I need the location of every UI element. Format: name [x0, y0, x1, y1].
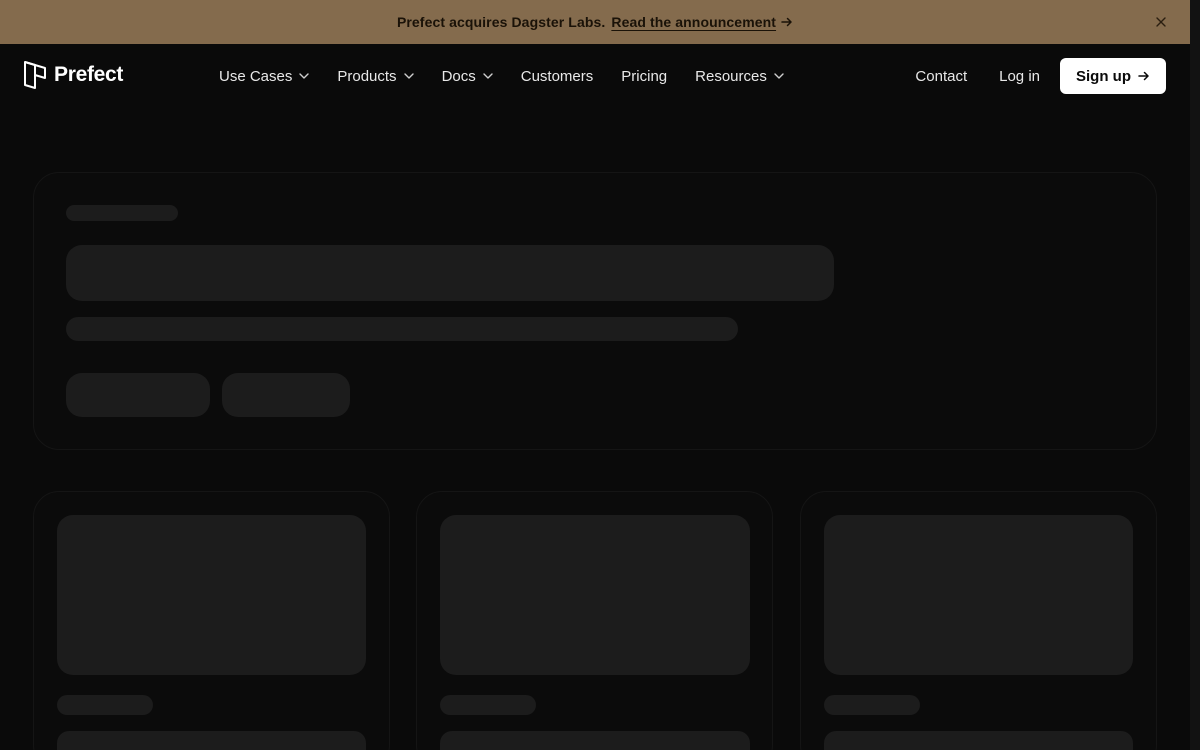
skeleton-title [57, 731, 366, 750]
signup-button[interactable]: Sign up [1060, 58, 1166, 94]
hero-skeleton-card [33, 172, 1157, 450]
nav-item-products[interactable]: Products [323, 56, 427, 96]
chevron-down-icon [403, 73, 414, 79]
chevron-down-icon [299, 73, 310, 79]
close-icon[interactable] [1154, 15, 1168, 29]
skeleton-subheading [66, 317, 738, 341]
nav-item-pricing[interactable]: Pricing [607, 56, 681, 96]
skeleton-card [800, 491, 1157, 750]
announcement-message: Prefect acquires Dagster Labs. [396, 14, 606, 30]
nav-item-label: Docs [441, 67, 476, 85]
skeleton-button [222, 373, 350, 417]
chevron-down-icon [774, 73, 784, 79]
nav-item-docs[interactable]: Docs [428, 56, 507, 96]
skeleton-tag [57, 695, 153, 715]
nav-item-use-cases[interactable]: Use Cases [205, 56, 323, 96]
brand-logo[interactable]: Prefect [24, 61, 123, 89]
announcement-bar: Prefect acquires Dagster Labs. Read the … [0, 0, 1190, 44]
main-nav: Prefect Use Cases Products Docs Customer… [0, 44, 1190, 108]
nav-item-label: Products [337, 67, 397, 85]
nav-actions: Contact Log in Sign up [899, 58, 1166, 94]
scrollbar-track[interactable] [1190, 0, 1200, 750]
nav-item-label: Resources [695, 67, 767, 85]
nav-menu: Use Cases Products Docs Customers Pricin… [205, 44, 798, 108]
arrow-right-icon [1138, 71, 1149, 81]
skeleton-tag [824, 695, 920, 715]
arrow-right-icon [781, 17, 792, 27]
skeleton-button [66, 373, 210, 417]
skeleton-card [416, 491, 773, 750]
nav-item-resources[interactable]: Resources [681, 56, 798, 96]
prefect-logo-icon [24, 61, 46, 89]
skeleton-image [824, 515, 1133, 675]
nav-item-customers[interactable]: Customers [507, 56, 608, 96]
skeleton-card [33, 491, 390, 750]
signup-button-label: Sign up [1076, 67, 1131, 85]
announcement-link-label: Read the announcement [611, 14, 777, 30]
skeleton-eyebrow [66, 205, 178, 221]
nav-item-label: Use Cases [219, 67, 293, 85]
skeleton-title [440, 731, 750, 750]
nav-item-label: Pricing [621, 67, 668, 85]
skeleton-title [824, 731, 1133, 750]
skeleton-image [440, 515, 750, 675]
announcement-link[interactable]: Read the announcement [611, 14, 793, 30]
contact-link[interactable]: Contact [899, 68, 983, 85]
skeleton-heading [66, 245, 834, 301]
brand-name: Prefect [54, 63, 124, 86]
skeleton-tag [440, 695, 536, 715]
chevron-down-icon [483, 73, 493, 79]
nav-item-label: Customers [520, 67, 594, 85]
skeleton-image [57, 515, 366, 675]
login-link[interactable]: Log in [983, 68, 1056, 85]
